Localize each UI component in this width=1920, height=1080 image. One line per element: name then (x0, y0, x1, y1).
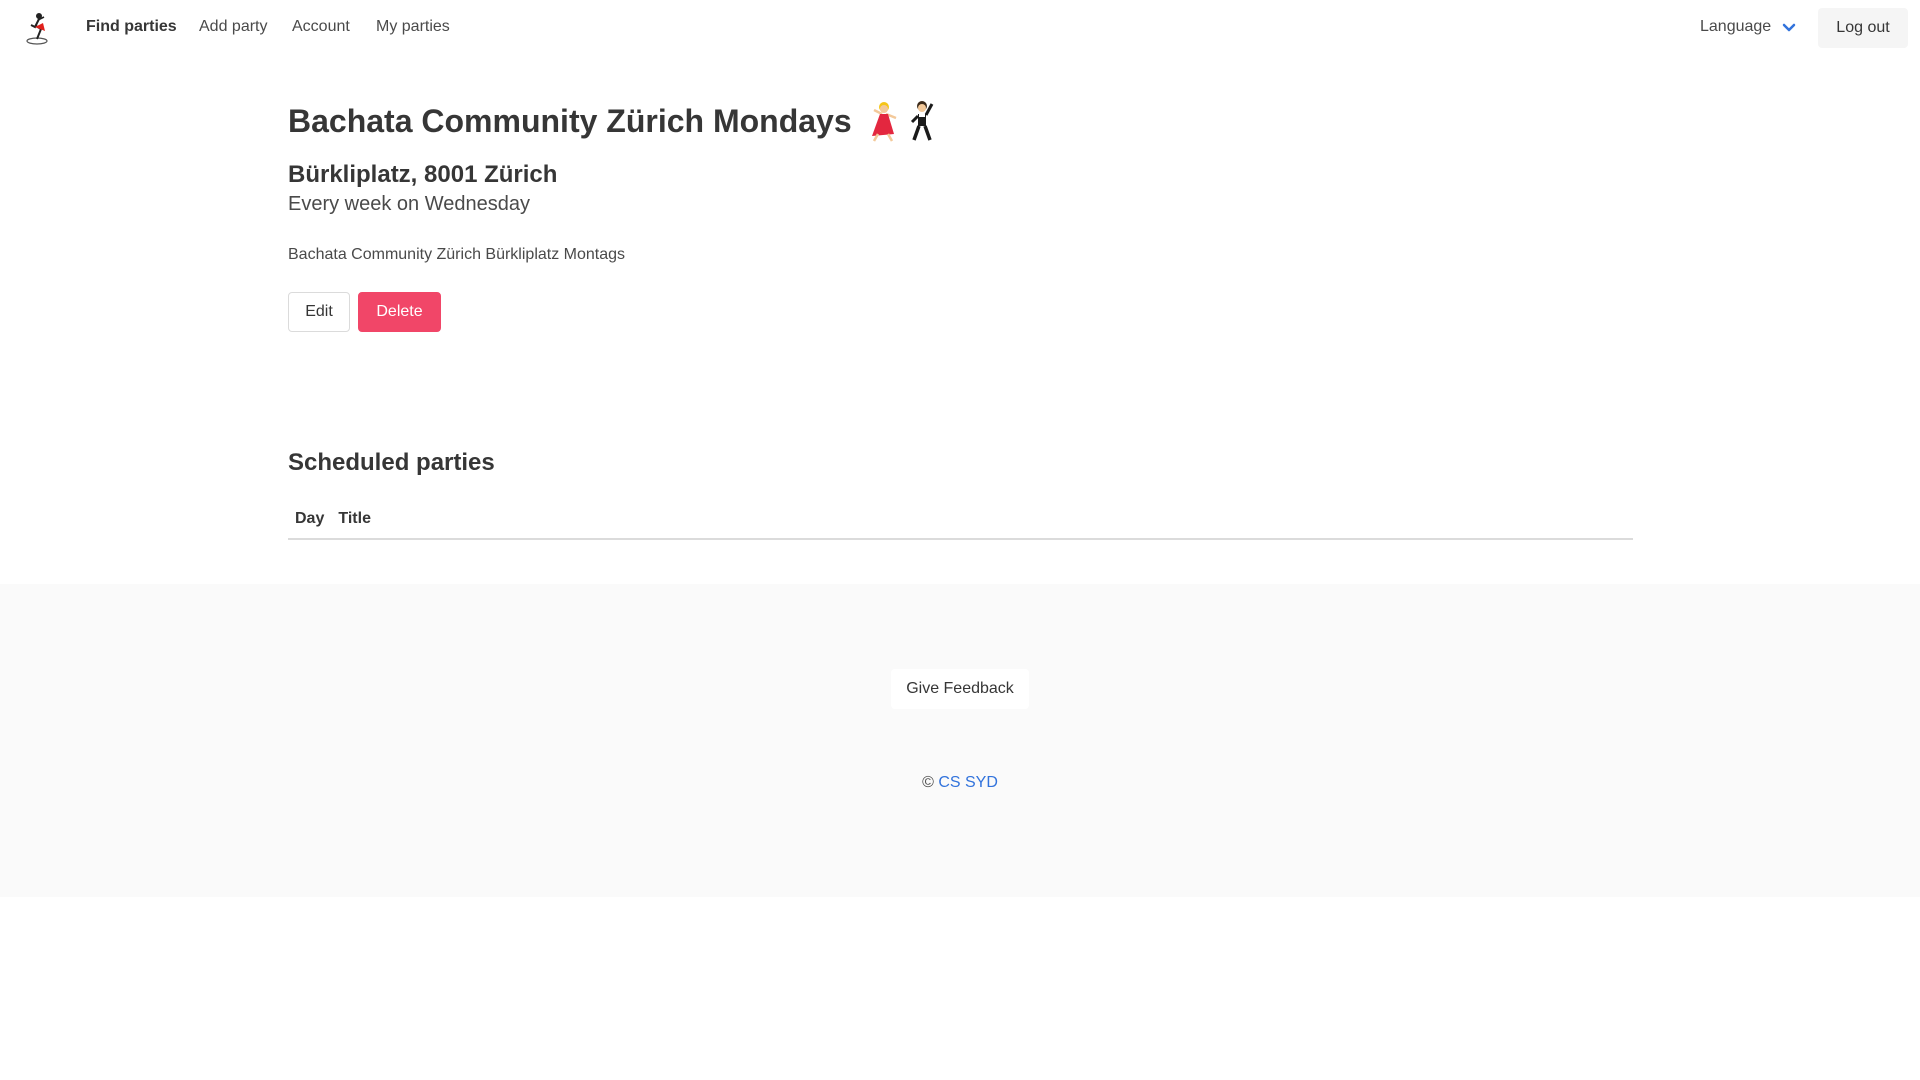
woman-dancing-icon (871, 102, 897, 142)
page-title: Bachata Community Zürich Mondays (288, 103, 852, 139)
top-navbar: Find parties Add party Account My partie… (0, 0, 1920, 55)
footer: Give Feedback © CS SYD (0, 584, 1920, 897)
logout-button[interactable]: Log out (1818, 8, 1908, 48)
copyright: © CS SYD (0, 774, 1920, 792)
language-label: Language (1700, 18, 1772, 35)
party-detail: Bachata Community Zürich Mondays Bürklip… (288, 96, 1633, 540)
man-dancing-icon (910, 101, 933, 141)
chevron-down-icon (1782, 23, 1796, 32)
title-row: Bachata Community Zürich Mondays (288, 96, 1632, 146)
column-title: Title (331, 500, 1633, 540)
cs-syd-link[interactable]: CS SYD (938, 774, 998, 791)
party-description: Bachata Community Zürich Bürkliplatz Mon… (288, 246, 626, 263)
nav-add-party[interactable]: Add party (199, 16, 267, 38)
scheduled-parties-table: Day Title (288, 500, 1633, 540)
edit-button[interactable]: Edit (288, 292, 350, 332)
scheduled-parties-heading: Scheduled parties (288, 449, 495, 476)
dancer-logo-icon[interactable] (23, 11, 51, 45)
nav-account[interactable]: Account (292, 16, 350, 38)
language-dropdown[interactable]: Language (1700, 16, 1797, 38)
party-address: Bürkliplatz, 8001 Zürich (288, 161, 558, 188)
give-feedback-button[interactable]: Give Feedback (891, 669, 1029, 709)
column-day: Day (288, 500, 332, 540)
dancers-emoji (862, 100, 938, 142)
copyright-symbol: © (922, 774, 934, 791)
table-header-row: Day Title (288, 500, 1633, 540)
party-schedule: Every week on Wednesday (288, 193, 530, 215)
nav-my-parties[interactable]: My parties (376, 16, 450, 38)
nav-find-parties[interactable]: Find parties (86, 16, 177, 38)
delete-button[interactable]: Delete (358, 292, 441, 332)
